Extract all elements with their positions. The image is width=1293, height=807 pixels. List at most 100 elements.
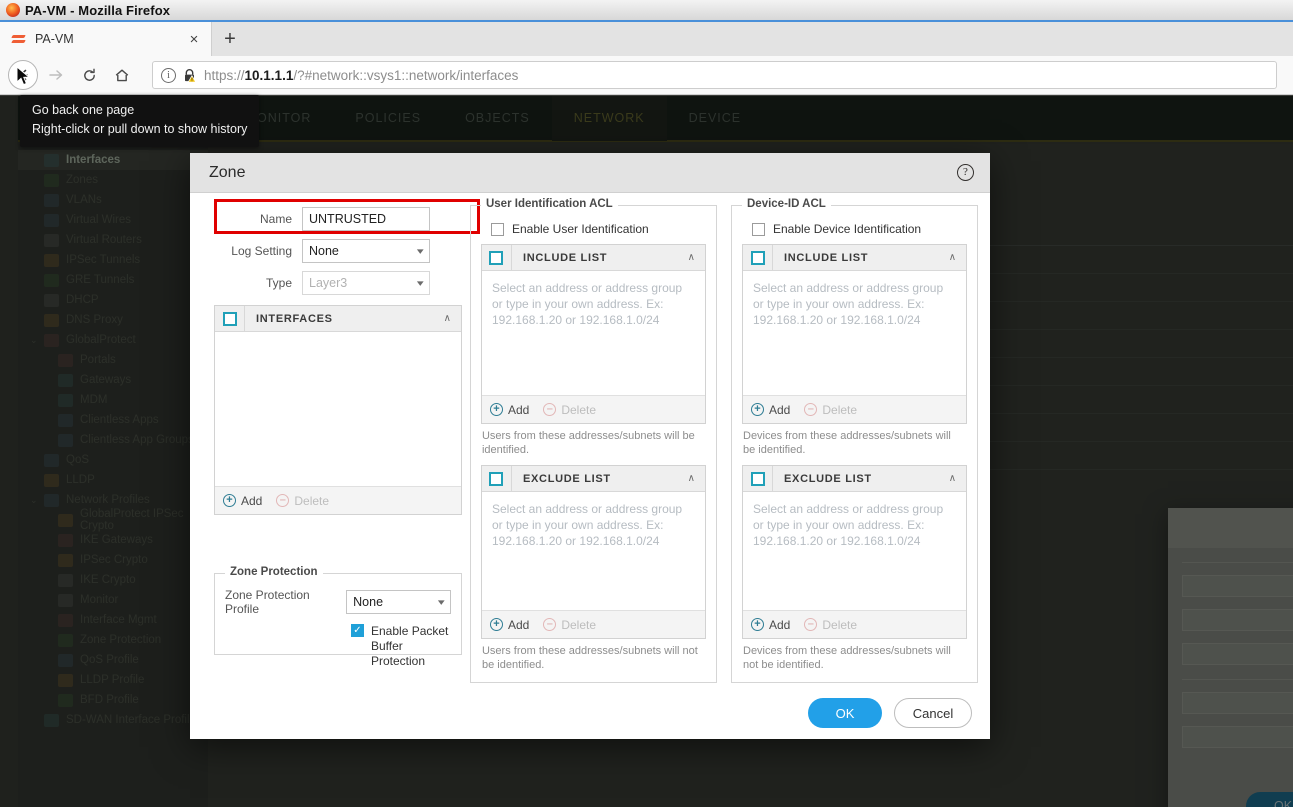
sidebar-item-gateways[interactable]: Gateways bbox=[18, 370, 208, 390]
reload-button[interactable] bbox=[74, 60, 104, 90]
sidebar-item-ike-crypto[interactable]: IKE Crypto bbox=[18, 570, 208, 590]
collapse-caret-icon[interactable]: ∧ bbox=[444, 313, 461, 324]
select-all-checkbox[interactable] bbox=[489, 250, 504, 265]
include-select-all-cell[interactable] bbox=[743, 244, 773, 271]
sidebar-item-gre-tunnels[interactable]: GRE Tunnels bbox=[18, 270, 208, 290]
sidebar-item-virtual-wires[interactable]: Virtual Wires bbox=[18, 210, 208, 230]
sidebar-item-globalprotect[interactable]: ⌄ GlobalProtect bbox=[18, 330, 208, 350]
nav-network[interactable]: NETWORK bbox=[551, 96, 667, 141]
collapse-caret-icon[interactable]: ∧ bbox=[949, 473, 966, 484]
nav-objects[interactable]: OBJECTS bbox=[443, 96, 552, 141]
back-button[interactable] bbox=[8, 60, 38, 90]
zone-protection-profile-select[interactable]: None ▾ bbox=[346, 590, 451, 614]
sidebar-item-lldp[interactable]: LLDP bbox=[18, 470, 208, 490]
include-add-button[interactable]: + Add bbox=[489, 403, 529, 417]
zone-dialog: Zone ? Name UNTRUSTED Log Setting None ▾… bbox=[190, 153, 990, 739]
collapse-caret-icon[interactable]: ∧ bbox=[688, 473, 705, 484]
interfaces-delete-button[interactable]: – Delete bbox=[276, 494, 329, 508]
sidebar-item-virtual-routers[interactable]: Virtual Routers bbox=[18, 230, 208, 250]
sidebar-item-clientless-apps[interactable]: Clientless Apps bbox=[18, 410, 208, 430]
collapse-caret-icon[interactable]: ∧ bbox=[949, 252, 966, 263]
include-list-body[interactable]: Select an address or address group or ty… bbox=[481, 271, 705, 395]
bg-select-1[interactable]: ⌵ bbox=[1182, 609, 1293, 631]
minus-icon: – bbox=[543, 618, 557, 631]
sidebar-item-clientless-app-groups[interactable]: Clientless App Groups bbox=[18, 430, 208, 450]
include-delete-button[interactable]: – Delete bbox=[543, 403, 596, 417]
close-tab-icon[interactable]: × bbox=[185, 32, 203, 47]
help-icon[interactable]: ? bbox=[957, 164, 974, 181]
bg-select-2[interactable]: ⌵ bbox=[1182, 643, 1293, 665]
sidebar-item-interfaces[interactable]: Interfaces bbox=[18, 150, 208, 170]
sidebar-item-dns-proxy[interactable]: DNS Proxy bbox=[18, 310, 208, 330]
sidebar-item-ipsec-tunnels[interactable]: IPSec Tunnels bbox=[18, 250, 208, 270]
interfaces-list-body[interactable] bbox=[215, 332, 461, 486]
exclude-delete-button[interactable]: – Delete bbox=[804, 618, 857, 632]
sidebar-item-label: GlobalProtect bbox=[66, 334, 136, 346]
enable-user-identification-checkbox[interactable] bbox=[490, 222, 504, 236]
log-setting-select[interactable]: None ▾ bbox=[302, 239, 430, 263]
nav-policies[interactable]: POLICIES bbox=[333, 96, 443, 141]
page-info-icon[interactable]: i bbox=[161, 67, 176, 83]
sidebar-item-dhcp[interactable]: DHCP bbox=[18, 290, 208, 310]
type-select[interactable]: Layer3 ▾ bbox=[302, 271, 430, 295]
insecure-lock-warning-icon[interactable] bbox=[182, 68, 197, 83]
sidebar-item-interface-mgmt[interactable]: Interface Mgmt bbox=[18, 610, 208, 630]
home-button[interactable] bbox=[107, 60, 137, 90]
exclude-add-button[interactable]: + Add bbox=[489, 618, 529, 632]
new-tab-button[interactable]: + bbox=[212, 22, 248, 56]
bg-select-4[interactable]: ⌵ bbox=[1182, 726, 1293, 748]
exclude-list-body[interactable]: Select an address or address group or ty… bbox=[743, 492, 967, 610]
interfaces-select-all-cell[interactable] bbox=[215, 305, 245, 332]
include-add-button[interactable]: + Add bbox=[751, 403, 790, 417]
enable-packet-buffer-protection-checkbox[interactable]: ✓ bbox=[351, 624, 364, 637]
sidebar-item-ike-gateways[interactable]: IKE Gateways bbox=[18, 530, 208, 550]
sidebar-item-sd-wan-interface-profile[interactable]: SD-WAN Interface Profile bbox=[18, 710, 208, 730]
address-bar[interactable]: i https://10.1.1.1/?#network::vsys1::net… bbox=[152, 61, 1277, 89]
sidebar-item-globalprotect-ipsec-crypto[interactable]: GlobalProtect IPSec Crypto bbox=[18, 508, 208, 532]
sidebar-item-zones[interactable]: Zones bbox=[18, 170, 208, 190]
sidebar-item-lldp-profile[interactable]: LLDP Profile bbox=[18, 670, 208, 690]
sidebar-item-zone-protection[interactable]: Zone Protection bbox=[18, 630, 208, 650]
select-all-checkbox[interactable] bbox=[750, 471, 765, 486]
sidebar-item-network-profiles[interactable]: ⌄ Network Profiles bbox=[18, 490, 208, 510]
select-all-checkbox[interactable] bbox=[489, 471, 504, 486]
exclude-delete-button[interactable]: – Delete bbox=[543, 618, 596, 632]
ok-button[interactable]: OK bbox=[808, 698, 882, 728]
select-all-checkbox[interactable] bbox=[750, 250, 765, 265]
exclude-select-all-cell[interactable] bbox=[743, 465, 773, 492]
include-delete-button[interactable]: – Delete bbox=[804, 403, 857, 417]
enable-user-id-row[interactable]: Enable User Identification bbox=[490, 222, 706, 236]
chevron-down-icon[interactable]: ⌄ bbox=[30, 495, 38, 506]
browser-tab-pa-vm[interactable]: PA-VM × bbox=[0, 22, 212, 56]
exclude-select-all-cell[interactable] bbox=[482, 465, 512, 492]
forward-button[interactable] bbox=[41, 60, 71, 90]
bg-select-3[interactable]: ⌵ bbox=[1182, 692, 1293, 714]
chevron-down-icon[interactable]: ⌄ bbox=[30, 335, 38, 346]
minus-icon: – bbox=[804, 403, 818, 416]
cancel-button[interactable]: Cancel bbox=[894, 698, 972, 728]
exclude-add-button[interactable]: + Add bbox=[751, 618, 790, 632]
sidebar-item-ipsec-crypto[interactable]: IPSec Crypto bbox=[18, 550, 208, 570]
select-all-checkbox[interactable] bbox=[222, 311, 237, 326]
sidebar-item-vlans[interactable]: VLANs bbox=[18, 190, 208, 210]
exclude-list-body[interactable]: Select an address or address group or ty… bbox=[481, 492, 705, 610]
ike-gateways-icon bbox=[58, 533, 73, 547]
nav-device[interactable]: DEVICE bbox=[667, 96, 764, 141]
bg-text-field[interactable] bbox=[1182, 575, 1293, 597]
name-input[interactable]: UNTRUSTED bbox=[302, 207, 430, 231]
bg-ok-button[interactable]: OK bbox=[1246, 792, 1293, 807]
include-select-all-cell[interactable] bbox=[482, 244, 512, 271]
interfaces-add-button[interactable]: + Add bbox=[223, 494, 262, 508]
sidebar-item-portals[interactable]: Portals bbox=[18, 350, 208, 370]
plus-icon: + bbox=[489, 618, 503, 631]
back-arrow-icon bbox=[19, 69, 28, 81]
sidebar-item-qos[interactable]: QoS bbox=[18, 450, 208, 470]
sidebar-item-mdm[interactable]: MDM bbox=[18, 390, 208, 410]
include-list-body[interactable]: Select an address or address group or ty… bbox=[743, 271, 967, 395]
sidebar-item-qos-profile[interactable]: QoS Profile bbox=[18, 650, 208, 670]
collapse-caret-icon[interactable]: ∧ bbox=[688, 252, 705, 263]
enable-device-identification-checkbox[interactable] bbox=[752, 222, 765, 236]
sidebar-item-bfd-profile[interactable]: BFD Profile bbox=[18, 690, 208, 710]
sidebar-item-monitor[interactable]: Monitor bbox=[18, 590, 208, 610]
enable-device-id-row[interactable]: Enable Device Identification bbox=[752, 222, 967, 236]
